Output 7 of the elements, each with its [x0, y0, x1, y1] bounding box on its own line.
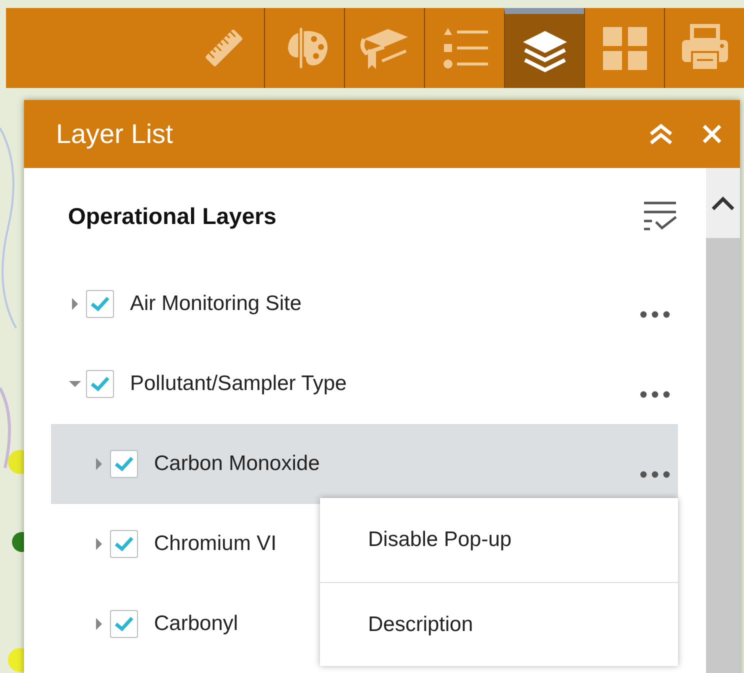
layer-name: Air Monitoring Site	[130, 292, 302, 316]
layer-name: Carbon Monoxide	[154, 452, 320, 476]
layer-name: Pollutant/Sampler Type	[130, 372, 347, 396]
layer-name: Chromium VI	[154, 532, 277, 556]
layer-name: Carbonyl	[154, 612, 238, 636]
section-heading: Operational Layers	[68, 202, 278, 230]
panel-title: Layer List	[56, 118, 174, 150]
